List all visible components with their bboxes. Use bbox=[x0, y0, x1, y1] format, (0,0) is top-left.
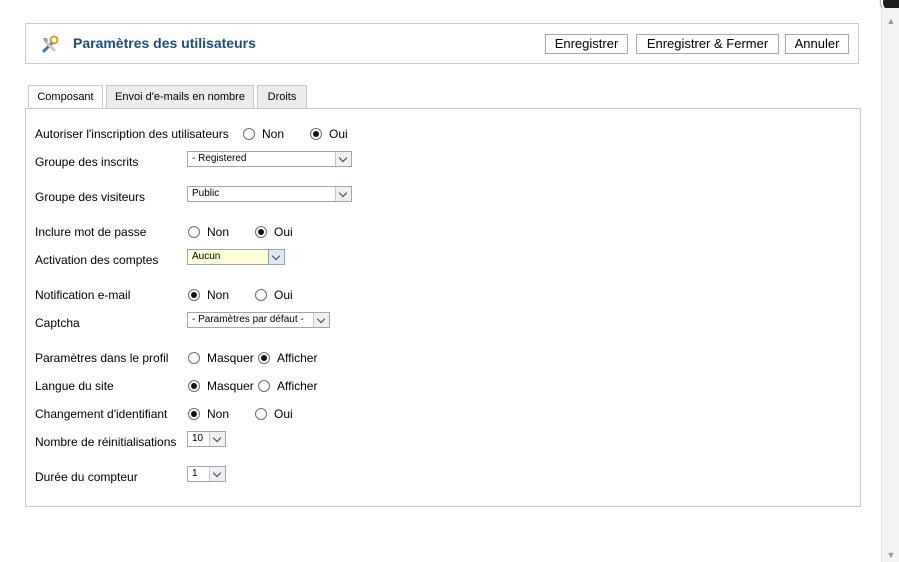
guest-group-row: Groupe des visiteurs Public bbox=[26, 186, 856, 210]
captcha-row: Captcha - Paramètres par défaut - bbox=[26, 312, 856, 336]
captcha-label: Captcha bbox=[35, 316, 80, 330]
new-user-group-row: Groupe des inscrits - Registered bbox=[26, 151, 856, 175]
change-login-row: Changement d'identifiant Non Oui bbox=[26, 407, 856, 427]
mail-notification-row: Notification e-mail Non Oui bbox=[26, 288, 856, 308]
save-close-button[interactable]: Enregistrer & Fermer bbox=[636, 34, 779, 54]
site-language-hide-label[interactable]: Masquer bbox=[207, 379, 254, 393]
save-button[interactable]: Enregistrer bbox=[545, 34, 628, 54]
change-login-yes-label[interactable]: Oui bbox=[274, 407, 293, 421]
tab-component[interactable]: Composant bbox=[28, 85, 103, 110]
mail-notification-yes-label[interactable]: Oui bbox=[274, 288, 293, 302]
frontend-params-row: Paramètres dans le profil Masquer Affich… bbox=[26, 351, 856, 371]
frontend-params-label: Paramètres dans le profil bbox=[35, 351, 169, 365]
allow-registration-no-radio[interactable] bbox=[243, 128, 255, 140]
reset-time-select[interactable]: 1 bbox=[187, 466, 226, 482]
tab-permissions[interactable]: Droits bbox=[257, 85, 307, 109]
reset-count-row: Nombre de réinitialisations 10 bbox=[26, 431, 856, 455]
mail-notification-yes-radio[interactable] bbox=[255, 289, 267, 301]
allow-registration-no-label[interactable]: Non bbox=[262, 127, 284, 141]
chevron-down-icon[interactable] bbox=[313, 313, 329, 327]
send-password-row: Inclure mot de passe Non Oui bbox=[26, 225, 856, 245]
captcha-select[interactable]: - Paramètres par défaut - bbox=[187, 312, 330, 328]
mail-notification-label: Notification e-mail bbox=[35, 288, 131, 302]
new-user-group-select[interactable]: - Registered bbox=[187, 151, 352, 167]
chevron-down-icon[interactable] bbox=[335, 187, 351, 201]
change-login-label: Changement d'identifiant bbox=[35, 407, 168, 421]
reset-time-label: Durée du compteur bbox=[35, 470, 138, 484]
chevron-down-icon[interactable] bbox=[268, 250, 284, 264]
tools-icon bbox=[42, 35, 59, 53]
send-password-label: Inclure mot de passe bbox=[35, 225, 147, 239]
allow-registration-yes-radio[interactable] bbox=[310, 128, 322, 140]
scroll-down-icon[interactable]: ▼ bbox=[886, 550, 896, 560]
chevron-down-icon[interactable] bbox=[209, 467, 225, 481]
change-login-yes-radio[interactable] bbox=[255, 408, 267, 420]
site-language-show-label[interactable]: Afficher bbox=[277, 379, 317, 393]
guest-group-label: Groupe des visiteurs bbox=[35, 190, 146, 204]
activation-label: Activation des comptes bbox=[35, 253, 159, 267]
mail-notification-no-label[interactable]: Non bbox=[207, 288, 229, 302]
activation-row: Activation des comptes Aucun bbox=[26, 249, 856, 273]
captcha-value: - Paramètres par défaut - bbox=[192, 314, 304, 325]
activation-select[interactable]: Aucun bbox=[187, 249, 285, 265]
activation-value: Aucun bbox=[192, 251, 221, 262]
frontend-params-show-label[interactable]: Afficher bbox=[277, 351, 317, 365]
send-password-yes-label[interactable]: Oui bbox=[274, 225, 293, 239]
tab-mass-mail[interactable]: Envoi d'e-mails en nombre bbox=[106, 85, 254, 109]
reset-count-value: 10 bbox=[192, 433, 204, 444]
vertical-scrollbar[interactable]: ▲ ▼ bbox=[881, 8, 899, 562]
change-login-no-label[interactable]: Non bbox=[207, 407, 229, 421]
guest-group-select[interactable]: Public bbox=[187, 186, 352, 202]
new-user-group-value: - Registered bbox=[192, 153, 247, 164]
site-language-label: Langue du site bbox=[35, 379, 114, 393]
reset-count-select[interactable]: 10 bbox=[187, 431, 226, 447]
reset-count-label: Nombre de réinitialisations bbox=[35, 435, 177, 449]
chevron-down-icon[interactable] bbox=[209, 432, 225, 446]
page-title: Paramètres des utilisateurs bbox=[73, 35, 256, 51]
toolbar: Paramètres des utilisateurs Enregistrer … bbox=[25, 23, 859, 64]
frontend-params-hide-label[interactable]: Masquer bbox=[207, 351, 254, 365]
chevron-down-icon[interactable] bbox=[335, 152, 351, 166]
allow-registration-label: Autoriser l'inscription des utilisateurs bbox=[35, 127, 229, 141]
frontend-params-show-radio[interactable] bbox=[258, 352, 270, 364]
reset-time-row: Durée du compteur 1 bbox=[26, 466, 856, 490]
change-login-no-radio[interactable] bbox=[188, 408, 200, 420]
mail-notification-no-radio[interactable] bbox=[188, 289, 200, 301]
allow-registration-row: Autoriser l'inscription des utilisateurs… bbox=[26, 127, 856, 147]
reset-time-value: 1 bbox=[192, 468, 198, 479]
guest-group-value: Public bbox=[192, 188, 220, 199]
send-password-yes-radio[interactable] bbox=[255, 226, 267, 238]
site-language-row: Langue du site Masquer Afficher bbox=[26, 379, 856, 399]
send-password-no-radio[interactable] bbox=[188, 226, 200, 238]
settings-panel: Autoriser l'inscription des utilisateurs… bbox=[25, 108, 861, 507]
send-password-no-label[interactable]: Non bbox=[207, 225, 229, 239]
new-user-group-label: Groupe des inscrits bbox=[35, 155, 139, 169]
frontend-params-hide-radio[interactable] bbox=[188, 352, 200, 364]
scroll-up-icon[interactable]: ▲ bbox=[886, 16, 896, 26]
cancel-button[interactable]: Annuler bbox=[785, 34, 849, 54]
site-language-hide-radio[interactable] bbox=[188, 380, 200, 392]
modal-top-edge bbox=[0, 0, 899, 8]
allow-registration-yes-label[interactable]: Oui bbox=[329, 127, 348, 141]
site-language-show-radio[interactable] bbox=[258, 380, 270, 392]
